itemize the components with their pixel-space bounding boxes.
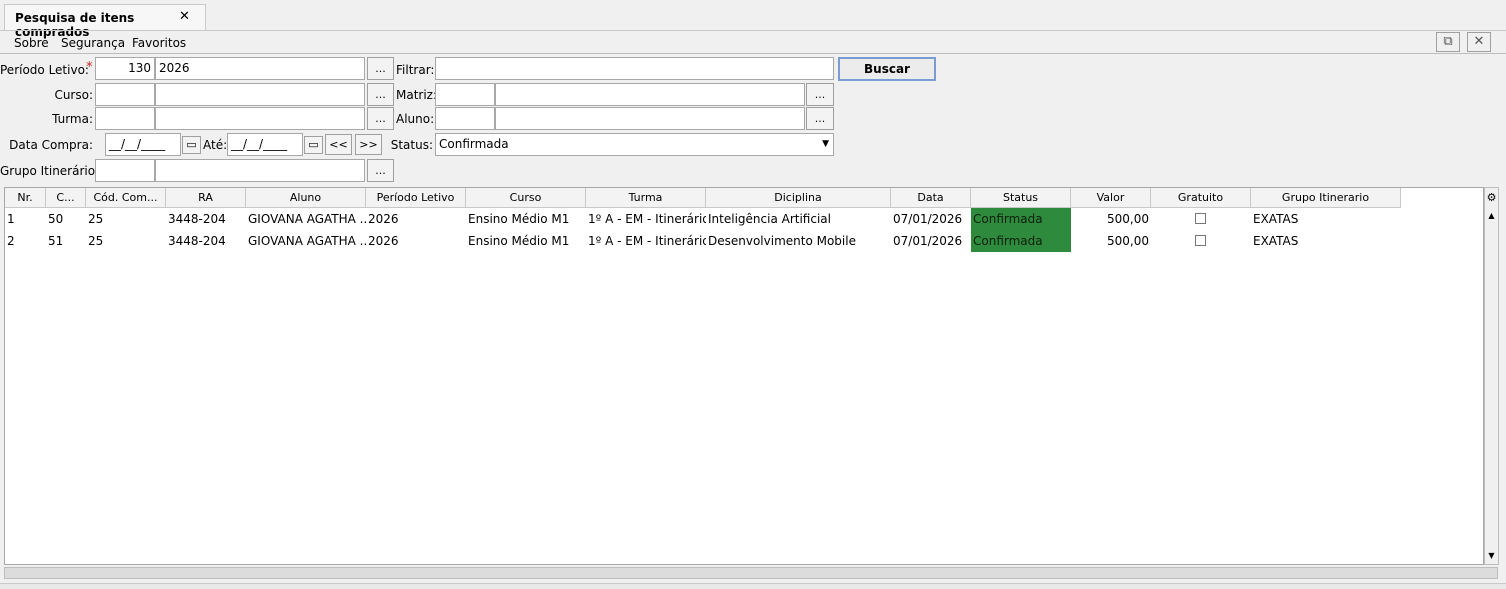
calendar-icon[interactable]: ▭ — [182, 136, 201, 154]
cell-aluno: GIOVANA AGATHA ... — [248, 212, 366, 226]
grupo-code-input[interactable] — [95, 159, 155, 182]
ate-label: Até: — [203, 138, 228, 152]
scroll-up-icon[interactable]: ▲ — [1485, 210, 1498, 222]
cell-ra: 3448-204 — [168, 234, 226, 248]
cell-turma: 1º A - EM - Itinerário — [588, 234, 706, 248]
menu-favoritos[interactable]: Favoritos — [132, 36, 186, 52]
menu-seguranca[interactable]: Segurança — [61, 36, 125, 52]
turma-lookup-button[interactable]: ... — [367, 107, 394, 130]
cell-disciplina: Inteligência Artificial — [708, 212, 831, 226]
aluno-desc-input[interactable] — [495, 107, 805, 130]
cell-nr: 1 — [7, 212, 15, 226]
cell-valor: 500,00 — [1107, 212, 1149, 226]
column-header[interactable]: Curso — [466, 188, 586, 208]
matriz-desc-input[interactable] — [495, 83, 805, 106]
cell-aluno: GIOVANA AGATHA ... — [248, 234, 366, 248]
cell-grupo: EXATAS — [1253, 234, 1299, 248]
status-badge: Confirmada — [971, 230, 1071, 252]
column-header[interactable]: Aluno — [246, 188, 366, 208]
cell-c: 50 — [48, 212, 64, 226]
grupo-lookup-button[interactable]: ... — [367, 159, 394, 182]
aluno-lookup-button[interactable]: ... — [806, 107, 834, 130]
cell-periodo: 2026 — [368, 212, 399, 226]
curso-lookup-button[interactable]: ... — [367, 83, 394, 106]
periodo-lookup-button[interactable]: ... — [367, 57, 394, 80]
menu-divider — [0, 53, 1506, 54]
curso-desc-input[interactable] — [155, 83, 365, 106]
window-close-icon[interactable]: ✕ — [1467, 32, 1491, 52]
chevron-down-icon: ▼ — [822, 139, 829, 149]
ate-input[interactable]: __/__/____ — [227, 133, 303, 156]
cell-curso: Ensino Médio M1 — [468, 212, 570, 226]
required-marker: * — [86, 60, 93, 75]
matriz-code-input[interactable] — [435, 83, 495, 106]
cell-data: 07/01/2026 — [893, 234, 963, 248]
prev-period-button[interactable]: << — [325, 134, 352, 155]
next-period-button[interactable]: >> — [355, 134, 382, 155]
grupo-desc-input[interactable] — [155, 159, 365, 182]
cell-disciplina: Desenvolvimento Mobile — [708, 234, 856, 248]
results-grid[interactable]: Nr. C... Cód. Com... RA Aluno Período Le… — [4, 187, 1484, 565]
column-header[interactable]: Gratuito — [1151, 188, 1251, 208]
buscar-button[interactable]: Buscar — [838, 57, 936, 81]
status-label: Status: — [390, 138, 433, 152]
cell-nr: 2 — [7, 234, 15, 248]
calendar-icon[interactable]: ▭ — [304, 136, 323, 154]
periodo-desc-input[interactable]: 2026 — [155, 57, 365, 80]
aluno-code-input[interactable] — [435, 107, 495, 130]
periodo-code-input[interactable]: 130 — [95, 57, 155, 80]
turma-label: Turma: — [52, 112, 93, 126]
vertical-scrollbar[interactable]: ⚙ ▲ ▼ — [1484, 187, 1499, 565]
column-header[interactable]: Período Letivo — [366, 188, 466, 208]
data-compra-label: Data Compra: — [9, 138, 93, 152]
scroll-down-icon[interactable]: ▼ — [1485, 550, 1498, 562]
column-header[interactable]: Data — [891, 188, 971, 208]
periodo-letivo-label: Período Letivo: — [0, 63, 89, 77]
tab-divider — [0, 30, 1506, 31]
tab-pesquisa-itens[interactable]: Pesquisa de itens comprados ✕ — [4, 4, 206, 39]
matriz-lookup-button[interactable]: ... — [806, 83, 834, 106]
turma-code-input[interactable] — [95, 107, 155, 130]
cell-cod: 25 — [88, 234, 104, 248]
tab-close-icon[interactable]: ✕ — [179, 9, 190, 24]
data-compra-input[interactable]: __/__/____ — [105, 133, 181, 156]
grupo-itinerario-label: Grupo Itinerário: — [0, 164, 100, 178]
curso-label: Curso: — [54, 88, 93, 102]
column-header[interactable]: Cód. Com... — [86, 188, 166, 208]
status-select-value: Confirmada — [439, 137, 509, 151]
gratuito-checkbox[interactable] — [1195, 213, 1206, 224]
column-header[interactable]: Valor — [1071, 188, 1151, 208]
status-select[interactable]: Confirmada ▼ — [435, 133, 834, 156]
cell-periodo: 2026 — [368, 234, 399, 248]
cell-ra: 3448-204 — [168, 212, 226, 226]
horizontal-scrollbar[interactable] — [4, 567, 1498, 579]
tab-title: Pesquisa de itens comprados — [15, 11, 135, 39]
cell-valor: 500,00 — [1107, 234, 1149, 248]
column-header[interactable]: Grupo Itinerario — [1251, 188, 1401, 208]
column-header[interactable]: Status — [971, 188, 1071, 208]
cell-data: 07/01/2026 — [893, 212, 963, 226]
column-header[interactable]: C... — [46, 188, 86, 208]
cell-grupo: EXATAS — [1253, 212, 1299, 226]
column-header[interactable]: Diciplina — [706, 188, 891, 208]
popout-icon[interactable]: ⧉ — [1436, 32, 1460, 52]
curso-code-input[interactable] — [95, 83, 155, 106]
cell-curso: Ensino Médio M1 — [468, 234, 570, 248]
column-header[interactable]: Turma — [586, 188, 706, 208]
status-badge: Confirmada — [971, 208, 1071, 230]
column-header[interactable]: Nr. — [5, 188, 46, 208]
cell-cod: 25 — [88, 212, 104, 226]
matriz-label: Matriz: — [396, 88, 438, 102]
menu-sobre[interactable]: Sobre — [14, 36, 49, 52]
filtrar-label: Filtrar: — [396, 63, 435, 77]
status-bar — [0, 583, 1506, 589]
aluno-label: Aluno: — [396, 112, 435, 126]
cell-c: 51 — [48, 234, 64, 248]
column-header[interactable]: RA — [166, 188, 246, 208]
cell-turma: 1º A - EM - Itinerário — [588, 212, 706, 226]
gratuito-checkbox[interactable] — [1195, 235, 1206, 246]
turma-desc-input[interactable] — [155, 107, 365, 130]
filtrar-input[interactable] — [435, 57, 834, 80]
gear-icon[interactable]: ⚙ — [1485, 188, 1498, 208]
